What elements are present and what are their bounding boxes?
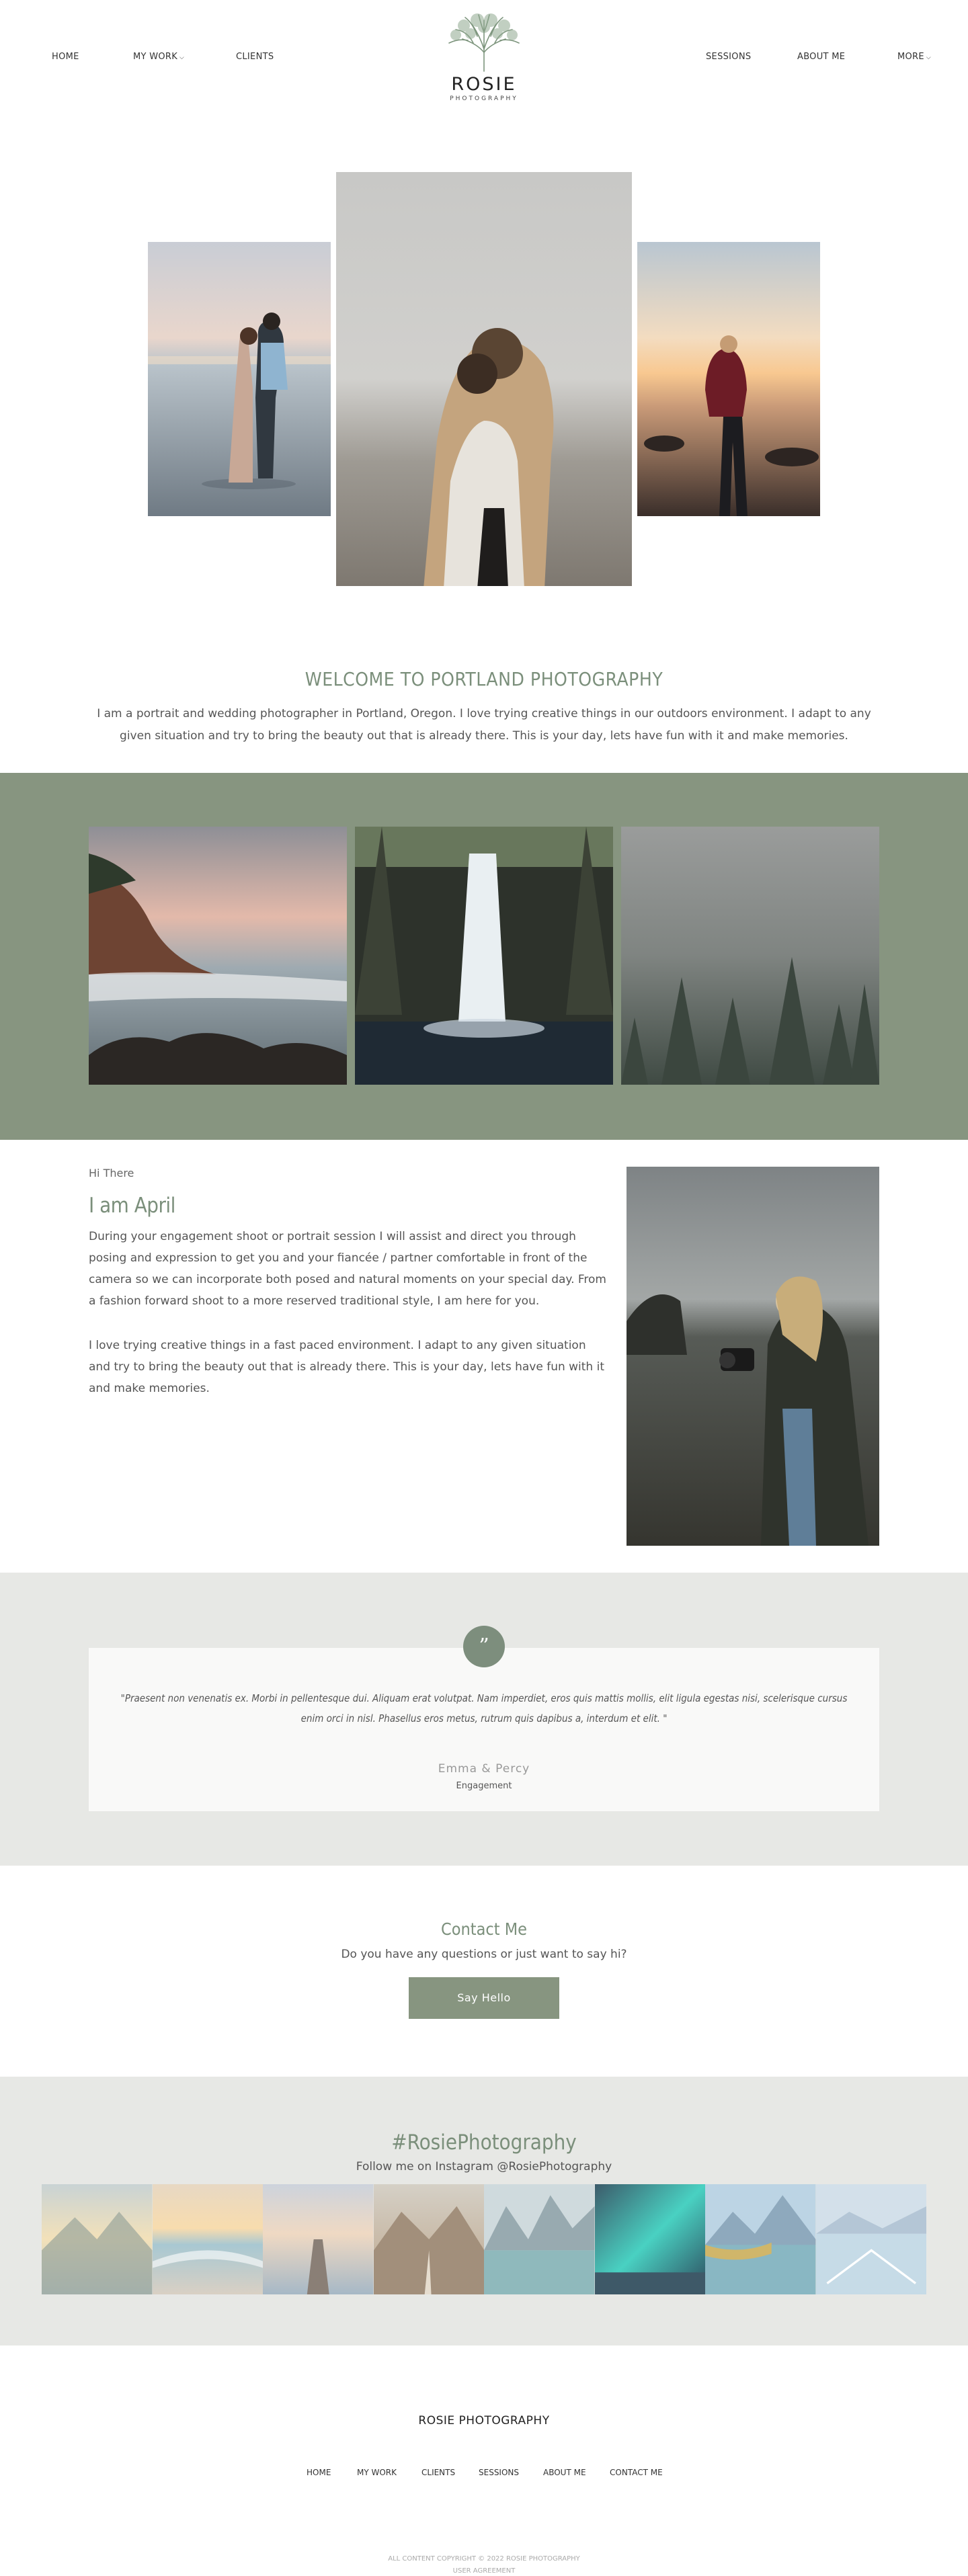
footer-nav-my-work[interactable]: MY WORK — [357, 2468, 397, 2477]
chevron-down-icon: ⌵ — [926, 54, 932, 61]
footer-copyright: ALL CONTENT COPYRIGHT © 2022 ROSIE PHOTO… — [388, 2555, 580, 2563]
contact-section: Contact Me Do you have any questions or … — [0, 1866, 968, 2077]
about-section: Hi There I am April During your engageme… — [0, 1140, 968, 1573]
instagram-photo[interactable] — [263, 2184, 374, 2294]
hero-gallery — [0, 118, 968, 638]
testimonial-card: ” "Praesent non venenatis ex. Morbi in p… — [89, 1626, 879, 1811]
about-greeting: Hi There — [89, 1167, 134, 1179]
nav-home[interactable]: HOME — [52, 52, 79, 62]
landscape-gallery — [0, 773, 968, 1140]
instagram-photo[interactable] — [373, 2184, 484, 2294]
tree-logo-icon — [448, 13, 520, 72]
say-hello-button[interactable]: Say Hello — [409, 1977, 559, 2019]
footer-nav-sessions[interactable]: SESSIONS — [479, 2468, 519, 2477]
instagram-title: #RosiePhotography — [391, 2130, 577, 2155]
gallery-photo-woman-sunset[interactable] — [637, 242, 820, 516]
welcome-text: I am a portrait and wedding photographer… — [97, 707, 871, 743]
chevron-down-icon: ⌵ — [179, 54, 185, 61]
about-photo-april — [627, 1167, 879, 1546]
footer-brand: ROSIE PHOTOGRAPHY — [418, 2414, 550, 2427]
gallery-photo-misty-forest[interactable] — [621, 827, 879, 1085]
about-paragraph-2: I love trying creative things in a fast … — [89, 1339, 605, 1395]
instagram-photo[interactable] — [484, 2184, 595, 2294]
contact-title: Contact Me — [441, 1919, 527, 1939]
nav-about-me[interactable]: ABOUT ME — [797, 52, 845, 62]
instagram-feed — [42, 2184, 926, 2294]
nav-my-work[interactable]: MY WORK ⌵ — [133, 52, 184, 62]
testimonial-author: Emma & Percy — [438, 1762, 530, 1776]
instagram-text: Follow me on Instagram @RosiePhotography — [356, 2160, 612, 2173]
instagram-photo[interactable] — [815, 2184, 926, 2294]
instagram-photo[interactable] — [152, 2184, 263, 2294]
footer-nav-clients[interactable]: CLIENTS — [421, 2468, 455, 2477]
gallery-photo-waterfall[interactable] — [355, 827, 613, 1085]
nav-clients[interactable]: CLIENTS — [236, 52, 274, 62]
logo-title: ROSIE — [451, 74, 517, 95]
logo-subtitle: PHOTOGRAPHY — [450, 95, 518, 102]
about-paragraph-1: During your engagement shoot or portrait… — [89, 1230, 606, 1308]
footer-nav-about-me[interactable]: ABOUT ME — [543, 2468, 586, 2477]
instagram-photo[interactable] — [594, 2184, 705, 2294]
instagram-photo[interactable] — [705, 2184, 816, 2294]
testimonial-role: Engagement — [456, 1781, 512, 1791]
instagram-photo[interactable] — [42, 2184, 153, 2294]
contact-text: Do you have any questions or just want t… — [341, 1948, 627, 1961]
site-logo[interactable]: ROSIE PHOTOGRAPHY — [437, 12, 531, 102]
testimonial-quote: "Praesent non venenatis ex. Morbi in pel… — [120, 1692, 848, 1725]
site-footer: ROSIE PHOTOGRAPHY HOME MY WORK CLIENTS S… — [0, 2345, 968, 2576]
gallery-photo-couple-beach[interactable] — [148, 242, 331, 516]
site-header: HOME MY WORK ⌵ CLIENTS ROSIE PHOTOGRAPHY… — [0, 0, 968, 118]
nav-more[interactable]: MORE ⌵ — [897, 52, 931, 62]
welcome-section: WELCOME TO PORTLAND PHOTOGRAPHY I am a p… — [0, 638, 968, 773]
quote-icon: ” — [463, 1626, 505, 1667]
user-agreement-link[interactable]: USER AGREEMENT — [0, 2567, 968, 2575]
welcome-title: WELCOME TO PORTLAND PHOTOGRAPHY — [305, 668, 663, 690]
footer-nav-home[interactable]: HOME — [307, 2468, 331, 2477]
testimonial-section: ” "Praesent non venenatis ex. Morbi in p… — [0, 1573, 968, 1866]
about-title: I am April — [89, 1194, 175, 1218]
instagram-section: #RosiePhotography Follow me on Instagram… — [0, 2077, 968, 2345]
gallery-photo-couple-embrace[interactable] — [336, 172, 632, 586]
nav-sessions[interactable]: SESSIONS — [706, 52, 751, 62]
gallery-photo-coast-sunset[interactable] — [89, 827, 347, 1085]
footer-nav-contact-me[interactable]: CONTACT ME — [610, 2468, 663, 2477]
